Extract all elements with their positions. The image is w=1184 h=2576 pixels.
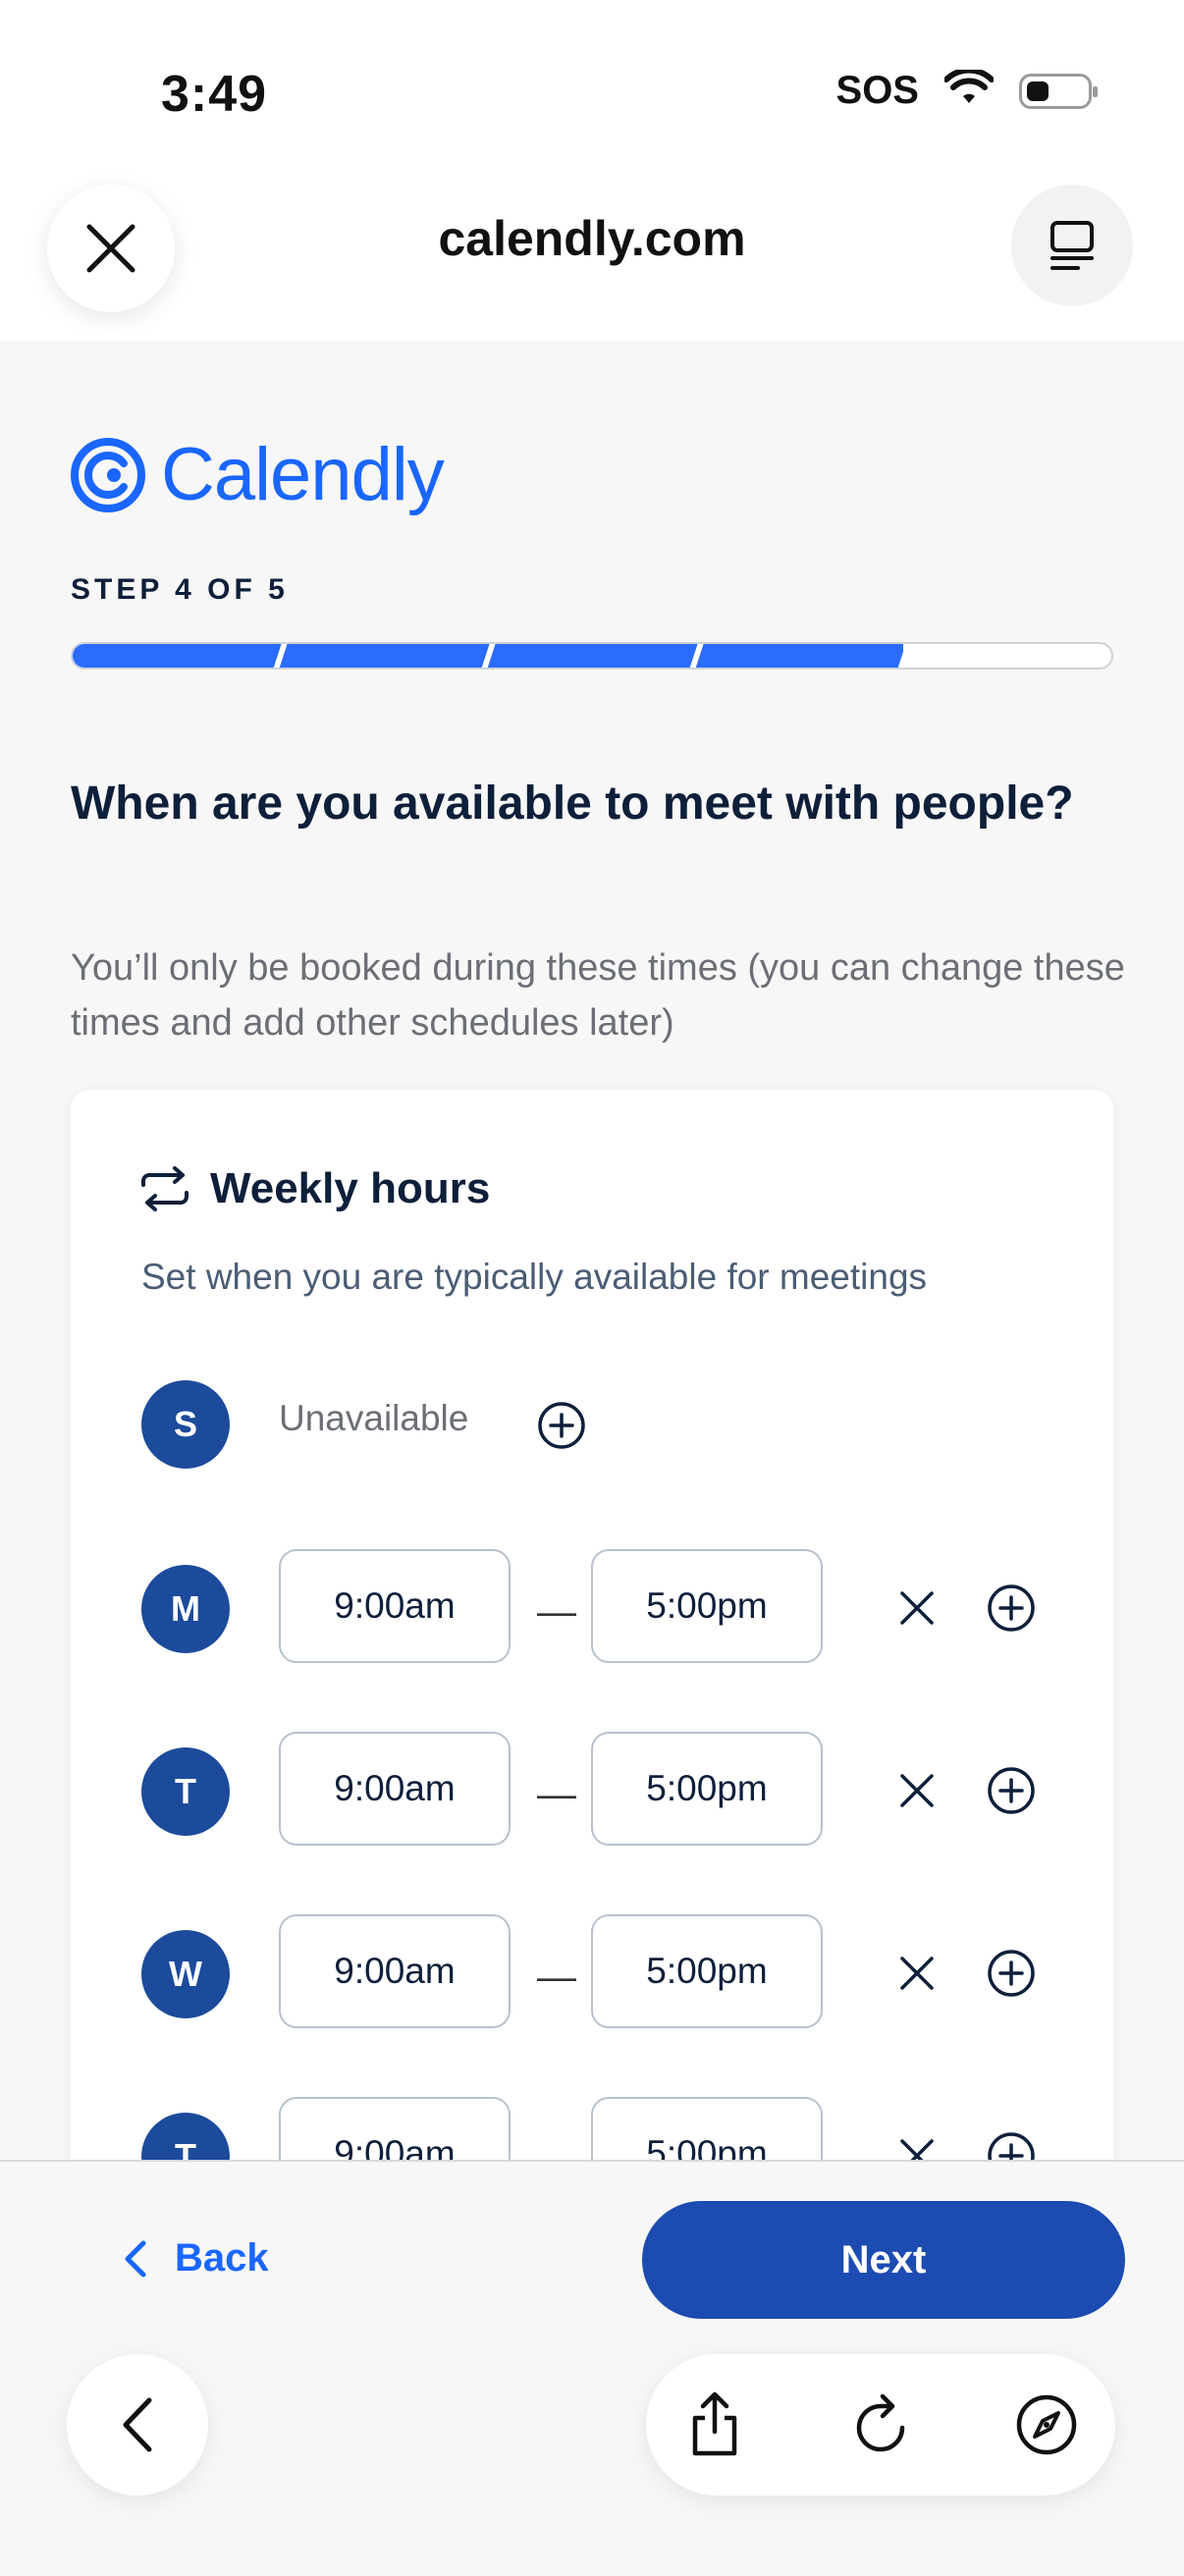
share-button[interactable] — [679, 2389, 750, 2460]
battery-icon — [1019, 73, 1098, 109]
status-icons: SOS — [835, 67, 1098, 113]
range-dash: — — [537, 1773, 576, 1816]
tabs-button[interactable] — [1011, 185, 1133, 306]
unavailable-label: Unavailable — [279, 1398, 469, 1438]
start-time-input[interactable]: 9:00am — [279, 1914, 511, 2028]
remove-interval-button[interactable] — [888, 1761, 946, 1820]
back-label: Back — [175, 2236, 269, 2280]
footer: Back Next — [0, 2160, 1184, 2576]
progress-bar — [71, 642, 1113, 670]
weekly-hours-card: Weekly hours Set when you are typically … — [71, 1090, 1113, 2268]
add-interval-button[interactable] — [982, 1761, 1041, 1820]
end-time-input[interactable]: 5:00pm — [591, 1914, 823, 2028]
day-row-wednesday: W 9:00am — 5:00pm — [141, 1914, 1084, 2048]
day-row-sunday: S Unavailable — [141, 1380, 1084, 1498]
add-interval-button[interactable] — [982, 1944, 1041, 2003]
calendly-logo: Calendly — [69, 432, 445, 517]
add-circle-icon — [538, 1402, 585, 1449]
remove-interval-button[interactable] — [888, 1944, 946, 2003]
logo-wordmark: Calendly — [161, 433, 445, 516]
remove-icon — [900, 1957, 934, 1990]
url-label[interactable]: calendly.com — [0, 210, 1184, 267]
start-time-input[interactable]: 9:00am — [279, 1732, 511, 1846]
range-dash: — — [537, 1590, 576, 1634]
end-time-input[interactable]: 5:00pm — [591, 1549, 823, 1663]
add-circle-icon — [988, 1767, 1035, 1814]
browser-actions — [646, 2354, 1115, 2496]
share-icon — [692, 2391, 737, 2456]
range-dash: — — [537, 1956, 576, 1999]
day-row-tuesday: T 9:00am — 5:00pm — [141, 1732, 1084, 1865]
next-button[interactable]: Next — [642, 2201, 1125, 2319]
weekly-hours-title: Weekly hours — [210, 1164, 491, 1212]
compass-button[interactable] — [1011, 2389, 1082, 2460]
calendly-logo-icon — [71, 437, 145, 512]
browser-header: 3:49 SOS calendly.com — [0, 0, 1184, 342]
browser-back-button[interactable] — [67, 2354, 208, 2496]
step-label: STEP 4 OF 5 — [71, 573, 289, 606]
page-subtitle: You’ll only be booked during these times… — [71, 947, 1125, 1044]
day-circle: M — [141, 1565, 230, 1653]
remove-interval-button[interactable] — [888, 1579, 946, 1637]
start-time-input[interactable]: 9:00am — [279, 1549, 511, 1663]
wifi-icon — [943, 67, 995, 112]
chevron-left-icon — [123, 2397, 152, 2452]
weekly-hours-description: Set when you are typically available for… — [141, 1257, 928, 1297]
end-time-input[interactable]: 5:00pm — [591, 1732, 823, 1846]
day-circle: T — [141, 1747, 230, 1836]
status-time: 3:49 — [161, 66, 268, 123]
add-circle-icon — [988, 1584, 1035, 1632]
reload-icon — [856, 2393, 905, 2452]
page-title: When are you available to meet with peop… — [71, 778, 1074, 830]
weekly-hours-header: Weekly hours — [139, 1164, 490, 1213]
add-interval-button[interactable] — [982, 1579, 1041, 1637]
add-circle-icon — [988, 1950, 1035, 1997]
tabs-icon — [1050, 221, 1094, 270]
add-interval-button[interactable] — [532, 1396, 591, 1455]
reload-button[interactable] — [846, 2389, 917, 2460]
sos-indicator: SOS — [835, 69, 919, 112]
remove-icon — [900, 1591, 934, 1625]
back-button[interactable]: Back — [122, 2236, 269, 2281]
day-row-monday: M 9:00am — 5:00pm — [141, 1549, 1084, 1683]
remove-icon — [900, 1774, 934, 1807]
day-circle: S — [141, 1380, 230, 1469]
repeat-icon — [141, 1166, 188, 1211]
chevron-left-icon — [125, 2240, 146, 2277]
day-circle: W — [141, 1930, 230, 2018]
compass-icon — [1016, 2394, 1077, 2455]
